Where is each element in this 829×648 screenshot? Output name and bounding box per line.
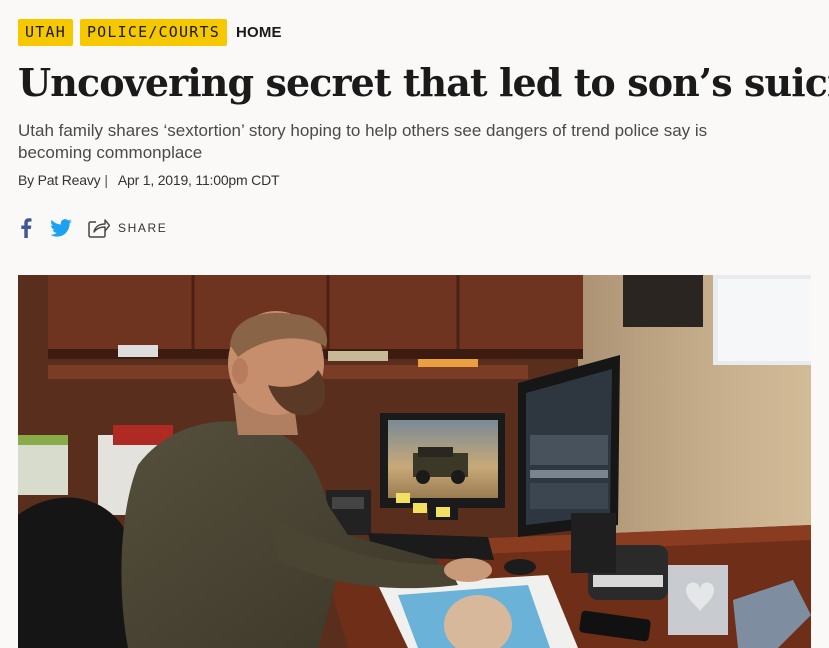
publish-date: Apr 1, 2019, 11:00pm CDT (117, 172, 280, 188)
article-hero-photo (18, 275, 811, 648)
twitter-icon[interactable] (50, 219, 72, 237)
article-headline: Uncovering secret that led to son’s suic… (18, 60, 829, 105)
facebook-icon[interactable] (20, 218, 32, 238)
author-link[interactable]: By Pat Reavy (18, 172, 101, 188)
category-tags: UTAH POLICE/COURTS HOME (18, 19, 282, 46)
share-label[interactable]: SHARE (118, 221, 167, 235)
tag-police-courts[interactable]: POLICE/COURTS (79, 19, 227, 46)
article-page: UTAH POLICE/COURTS HOME Uncovering secre… (0, 0, 829, 648)
section-home-link[interactable]: HOME (234, 23, 282, 43)
share-bar: SHARE (20, 218, 167, 238)
byline-separator: | (104, 172, 108, 188)
share-icon[interactable] (88, 218, 110, 238)
tag-utah[interactable]: UTAH (18, 19, 73, 46)
byline: By Pat Reavy | Apr 1, 2019, 11:00pm CDT (18, 172, 280, 188)
article-dek: Utah family shares ‘sextortion’ story ho… (18, 121, 708, 162)
